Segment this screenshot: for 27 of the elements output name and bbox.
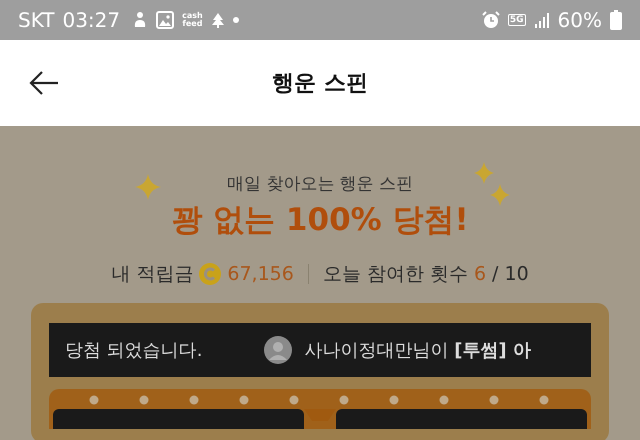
clock-text: 03:27 (62, 8, 120, 32)
tree-icon (210, 12, 225, 28)
sparkles-icon (472, 162, 512, 208)
battery-icon (610, 10, 622, 30)
signal-icon (534, 12, 550, 28)
carrier-text: SKT (18, 8, 54, 32)
network-badge: 5G (508, 14, 526, 26)
sparkle-icon (135, 174, 161, 200)
page-title: 행운 스핀 (272, 70, 368, 98)
promo-subtitle: 매일 찾아오는 행운 스핀 (226, 173, 414, 195)
back-arrow-icon[interactable] (29, 71, 59, 95)
app-logo: cash feed (182, 12, 203, 28)
alarm-icon (482, 11, 500, 29)
ticker-text: 당첨 되었습니다. (65, 339, 202, 362)
dot-icon (232, 17, 239, 23)
points-value: 67,156 (227, 263, 294, 285)
count-total: / 10 (492, 263, 529, 285)
battery-text: 60% (558, 8, 602, 32)
avatar-icon (264, 336, 292, 364)
count-label: 오늘 참여한 횟수 (322, 262, 468, 287)
points-label: 내 적립금 (111, 262, 194, 287)
image-icon (156, 11, 174, 29)
count-value: 6 (474, 263, 486, 285)
ticker-text: 사나이정대만님이 [투썸] 아 (304, 339, 531, 362)
coin-icon (199, 263, 222, 285)
pointer-icon (304, 409, 336, 421)
promo-headline: 꽝 없는 100% 당첨! (171, 201, 469, 240)
